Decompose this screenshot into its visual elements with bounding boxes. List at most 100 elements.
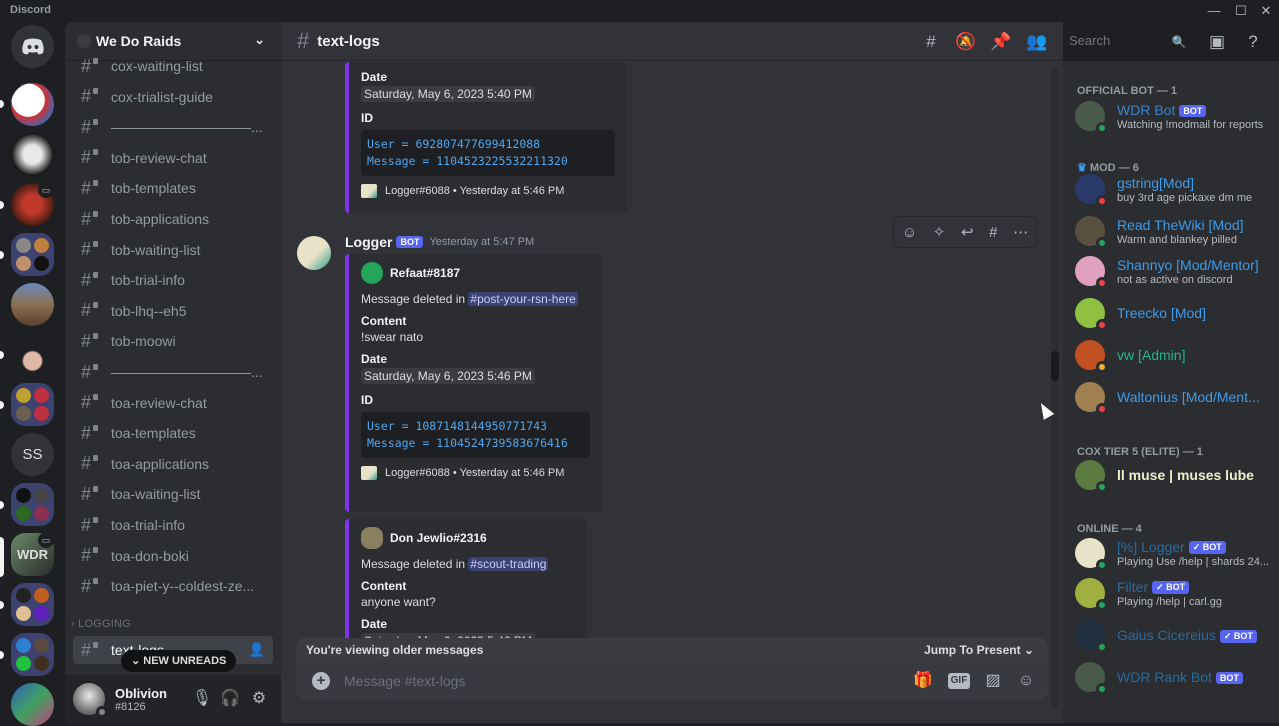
more-icon[interactable]: ⋯ (1013, 223, 1028, 241)
member-item[interactable]: gstring[Mod] buy 3rd age pickaxe dm me (1075, 169, 1275, 209)
bot-badge: BOT (396, 236, 424, 248)
server-folder[interactable] (11, 583, 54, 626)
channel-item[interactable]: # tob-review-chat (73, 144, 273, 172)
member-item[interactable]: ll muse | muses lube (1075, 455, 1275, 495)
channel-item[interactable]: # toa-don-boki (73, 542, 273, 570)
locked-channel-icon: # (81, 453, 101, 474)
member-item[interactable]: WDR Rank Bot BOT (1075, 657, 1275, 697)
maximize-button[interactable]: ☐ (1231, 2, 1251, 20)
channel-item[interactable]: # toa-review-chat (73, 389, 273, 417)
server-icon[interactable] (11, 683, 54, 726)
add-reaction-icon[interactable]: ☺ (902, 224, 917, 241)
member-item[interactable]: vw [Admin] (1075, 335, 1275, 375)
jump-to-present-button[interactable]: Jump To Present ⌄ (924, 638, 1034, 662)
member-item[interactable]: Waltonius [Mod/Ment... (1075, 377, 1275, 417)
attach-plus-icon[interactable]: + (312, 672, 330, 690)
member-list-icon[interactable]: 👥 (1025, 30, 1049, 54)
server-icon[interactable] (11, 283, 54, 326)
channel-item[interactable]: # cox-waiting-list (73, 52, 273, 80)
home-button[interactable] (11, 25, 54, 68)
unread-indicator (0, 501, 4, 509)
embed-footer: Logger#6088 • Yesterday at 5:46 PM (361, 184, 615, 198)
sticker-icon[interactable]: ▨ (982, 670, 1004, 692)
help-icon[interactable]: ? (1241, 30, 1265, 54)
server-icon[interactable] (11, 133, 54, 176)
invite-icon[interactable]: 👤 (249, 642, 265, 658)
server-name: We Do Raids (96, 33, 182, 49)
channel-item[interactable]: # ——————————... (73, 358, 273, 386)
status-online-icon (1096, 599, 1108, 611)
chevron-right-icon: › (71, 618, 75, 630)
headphones-icon[interactable]: 🎧 (219, 688, 241, 710)
channel-item[interactable]: # tob-templates (73, 174, 273, 202)
channel-item[interactable]: # ——————————... (73, 113, 273, 141)
member-avatar (1075, 460, 1108, 493)
settings-gear-icon[interactable]: ⚙ (248, 688, 270, 710)
timestamp: Saturday, May 6, 2023 5:46 PM (361, 368, 535, 384)
close-button[interactable]: ✕ (1256, 2, 1276, 20)
channel-item[interactable]: # toa-piet-y--coldest-ze... (73, 572, 273, 600)
channel-header: # text-logs # 🔕 📌 👥 🔍 ▣ ? (281, 22, 1258, 61)
server-folder[interactable] (11, 233, 54, 276)
channel-mention[interactable]: #scout-trading (468, 557, 549, 571)
locked-channel-icon: # (81, 86, 101, 107)
member-item[interactable]: [%] Logger ✓ BOT Playing Use /help | shard… (1075, 533, 1275, 573)
server-icon[interactable] (11, 83, 54, 126)
channel-item[interactable]: # tob-trial-info (73, 266, 273, 294)
channel-item[interactable]: # toa-applications (73, 450, 273, 478)
locked-channel-icon: # (81, 392, 101, 413)
locked-channel-icon: # (81, 270, 101, 291)
inbox-icon[interactable]: ▣ (1205, 30, 1229, 54)
server-folder[interactable] (11, 383, 54, 426)
mute-bell-icon[interactable]: 🔕 (954, 30, 978, 54)
minimize-button[interactable]: — (1204, 2, 1224, 20)
gif-icon[interactable]: GIF (948, 673, 970, 689)
channel-item[interactable]: # cox-trialist-guide (73, 83, 273, 111)
new-unreads-button[interactable]: ⌄ NEW UNREADS (121, 650, 237, 672)
channel-item[interactable]: # tob-lhq--eh5 (73, 297, 273, 325)
create-thread-icon[interactable]: # (989, 224, 997, 241)
server-folder[interactable] (11, 483, 54, 526)
channel-item[interactable]: # tob-moowi (73, 327, 273, 355)
channel-item[interactable]: # toa-trial-info (73, 511, 273, 539)
server-folder[interactable] (11, 633, 54, 676)
member-item[interactable]: Read TheWiki [Mod] Warm and blankey pille… (1075, 211, 1275, 251)
member-item[interactable]: Shannyo [Mod/Mentor] not as active on dis… (1075, 251, 1275, 291)
channel-item[interactable]: # tob-applications (73, 205, 273, 233)
emoji-icon[interactable]: ☺ (1015, 670, 1037, 692)
server-icon-ss[interactable]: SS (11, 433, 54, 476)
user-avatar[interactable] (73, 683, 108, 718)
channel-mention[interactable]: #post-your-rsn-here (468, 292, 578, 306)
super-reaction-icon[interactable]: ✧ (933, 223, 946, 241)
member-item[interactable]: Gaius Cicereius ✓ BOT (1075, 615, 1275, 655)
status-offline (96, 706, 108, 718)
message-header: Logger BOT Yesterday at 5:47 PM (345, 234, 534, 250)
scroll-thumb[interactable] (1051, 351, 1059, 381)
member-status-text: not as active on discord (1117, 273, 1233, 286)
unread-indicator (0, 401, 4, 409)
member-item[interactable]: Filter ✓ BOT Playing /help | carl.gg (1075, 573, 1275, 613)
screen-share-icon: ▭ (38, 182, 54, 198)
field-name: Date (361, 352, 388, 366)
status-dnd-icon (1096, 277, 1108, 289)
category-logging[interactable]: › LOGGING (71, 618, 131, 630)
locked-channel-icon: # (81, 423, 101, 444)
embed-footer: Logger#6088 • Yesterday at 5:46 PM (361, 466, 590, 480)
member-item[interactable]: Treecko [Mod] (1075, 293, 1275, 333)
threads-icon[interactable]: # (919, 30, 943, 54)
pin-icon[interactable]: 📌 (989, 30, 1013, 54)
channel-item[interactable]: # toa-waiting-list (73, 480, 273, 508)
chat-scrollbar[interactable] (1051, 68, 1059, 708)
user-panel: Oblivion #8126 🎙 🎧 ⚙ (65, 675, 281, 723)
gift-icon[interactable]: 🎁 (912, 670, 934, 692)
server-icon[interactable] (11, 333, 54, 376)
logger-avatar[interactable] (297, 236, 331, 270)
reply-icon[interactable]: ↩ (961, 223, 974, 241)
message-author[interactable]: Logger (345, 234, 392, 250)
bot-badge: ✓ BOT (1152, 581, 1190, 595)
member-item[interactable]: WDR Bot BOT Watching !modmail for reports (1075, 96, 1275, 136)
message-input[interactable] (344, 670, 844, 692)
channel-item[interactable]: # toa-templates (73, 419, 273, 447)
microphone-icon[interactable]: 🎙 (191, 688, 213, 710)
channel-item[interactable]: # tob-waiting-list (73, 236, 273, 264)
